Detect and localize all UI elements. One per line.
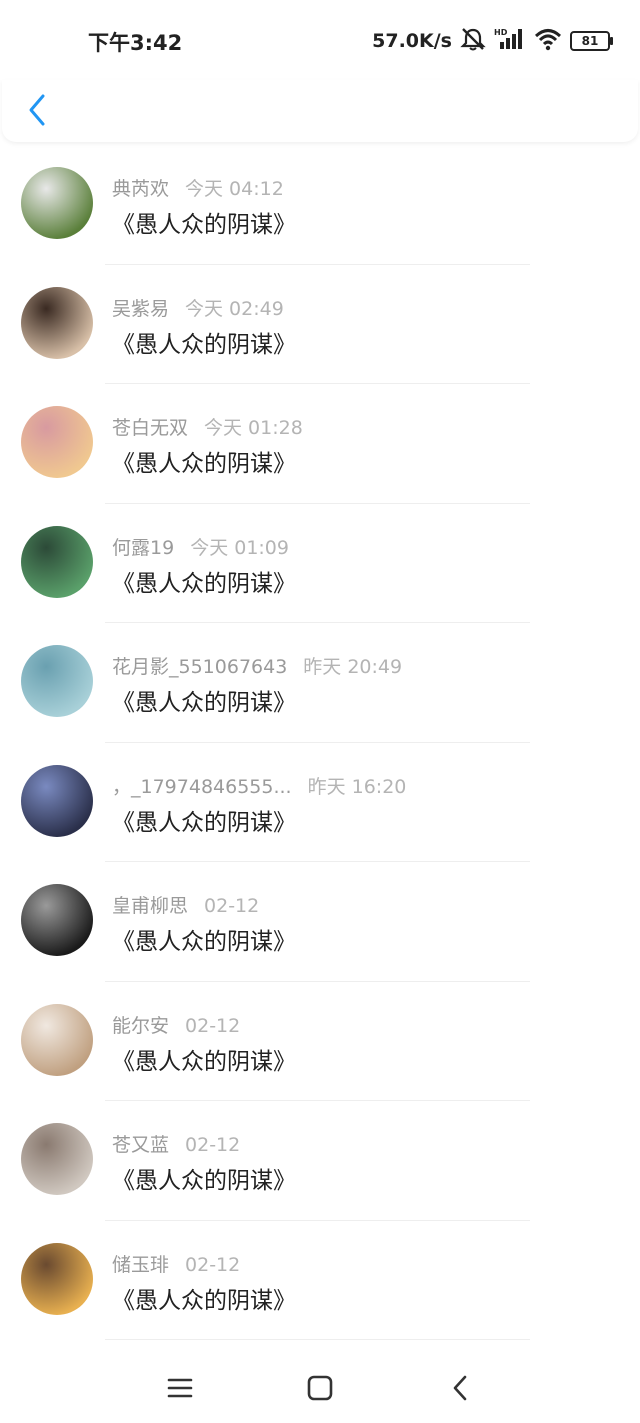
menu-icon — [167, 1378, 193, 1398]
avatar[interactable] — [21, 1242, 93, 1315]
message-text: 《愚人众的阴谋》 — [112, 451, 296, 477]
avatar[interactable] — [21, 1123, 93, 1195]
system-back-button[interactable] — [440, 1368, 480, 1408]
list-item[interactable]: 花月影_551067643 昨天 20:49 《愚人众的阴谋》 — [0, 623, 640, 743]
message-text: 《愚人众的阴谋》 — [112, 212, 296, 238]
message-time: 02-12 — [204, 895, 260, 917]
list-item[interactable]: 皇甫柳思 02-12 《愚人众的阴谋》 — [0, 862, 640, 982]
back-triangle-icon — [453, 1375, 467, 1401]
mute-icon — [460, 27, 486, 55]
message-time: 02-12 — [185, 1014, 241, 1037]
list-item[interactable]: 储玉琲 02-12 《愚人众的阴谋》 — [0, 1221, 640, 1340]
header — [2, 80, 638, 142]
message-text: 《愚人众的阴谋》 — [112, 929, 296, 955]
message-text: 《愚人众的阴谋》 — [112, 331, 296, 358]
user-name[interactable]: 储玉琲 — [112, 1254, 169, 1276]
avatar[interactable] — [21, 525, 93, 598]
list-item[interactable]: 能尔安 02-12 《愚人众的阴谋》 — [0, 982, 640, 1101]
message-time: 02-12 — [185, 1253, 241, 1276]
status-bar: 下午3:42 57.0K/s HD 81 — [0, 0, 640, 80]
message-time: 昨天 20:49 — [303, 656, 403, 678]
avatar[interactable] — [21, 645, 93, 717]
user-name[interactable]: 能尔安 — [112, 1015, 169, 1037]
user-name[interactable]: 典芮欢 — [112, 178, 169, 200]
list-item[interactable]: 典芮欢 今天 04:12 《愚人众的阴谋》 — [0, 145, 640, 265]
battery-icon: 81 — [570, 31, 613, 51]
avatar[interactable] — [21, 286, 93, 359]
list-item[interactable]: 何露19 今天 01:09 《愚人众的阴谋》 — [0, 504, 640, 623]
message-time: 02-12 — [185, 1134, 241, 1156]
message-time: 今天 04:12 — [185, 178, 284, 200]
message-time: 今天 02:49 — [185, 297, 284, 320]
svg-text:HD: HD — [494, 28, 508, 37]
status-time: 下午3:42 — [88, 31, 183, 55]
message-time: 昨天 16:20 — [307, 775, 407, 798]
wifi-icon — [534, 27, 562, 55]
message-text: 《愚人众的阴谋》 — [112, 1287, 296, 1314]
user-name[interactable]: 皇甫柳思 — [112, 895, 188, 917]
message-text: 《愚人众的阴谋》 — [112, 809, 296, 836]
chevron-left-icon — [29, 94, 45, 126]
message-time: 今天 01:09 — [190, 536, 289, 559]
back-button[interactable] — [20, 90, 54, 130]
user-name[interactable]: 苍白无双 — [112, 417, 188, 439]
avatar[interactable] — [21, 764, 93, 837]
divider — [105, 1339, 530, 1340]
avatar[interactable] — [21, 1003, 93, 1076]
system-nav-bar — [0, 1350, 640, 1423]
menu-button[interactable] — [160, 1368, 200, 1408]
message-text: 《愚人众的阴谋》 — [112, 1168, 296, 1194]
user-name[interactable]: 苍又蓝 — [112, 1134, 169, 1156]
list-item[interactable]: ，_17974846555... 昨天 16:20 《愚人众的阴谋》 — [0, 743, 640, 862]
list-item[interactable]: 苍又蓝 02-12 《愚人众的阴谋》 — [0, 1101, 640, 1221]
message-text: 《愚人众的阴谋》 — [112, 690, 296, 716]
message-text: 《愚人众的阴谋》 — [112, 570, 296, 597]
list-item[interactable]: 苍白无双 今天 01:28 《愚人众的阴谋》 — [0, 384, 640, 504]
status-icons: 57.0K/s HD 81 — [372, 27, 613, 55]
message-list: 典芮欢 今天 04:12 《愚人众的阴谋》 吴紫易 今天 02:49 《愚人众的阴谋… — [0, 145, 640, 1340]
user-name[interactable]: ，_17974846555... — [112, 776, 292, 798]
message-text: 《愚人众的阴谋》 — [112, 1048, 296, 1075]
avatar[interactable] — [21, 406, 93, 478]
message-time: 今天 01:28 — [204, 417, 303, 439]
home-button[interactable] — [300, 1368, 340, 1408]
signal-icon: HD — [494, 27, 526, 55]
avatar[interactable] — [21, 167, 93, 239]
list-item[interactable]: 吴紫易 今天 02:49 《愚人众的阴谋》 — [0, 265, 640, 384]
user-name[interactable]: 花月影_551067643 — [112, 656, 287, 678]
network-speed: 57.0K/s — [372, 30, 452, 52]
user-name[interactable]: 何露19 — [112, 537, 174, 559]
avatar[interactable] — [21, 884, 93, 956]
home-square-icon — [307, 1375, 333, 1401]
user-name[interactable]: 吴紫易 — [112, 298, 169, 320]
